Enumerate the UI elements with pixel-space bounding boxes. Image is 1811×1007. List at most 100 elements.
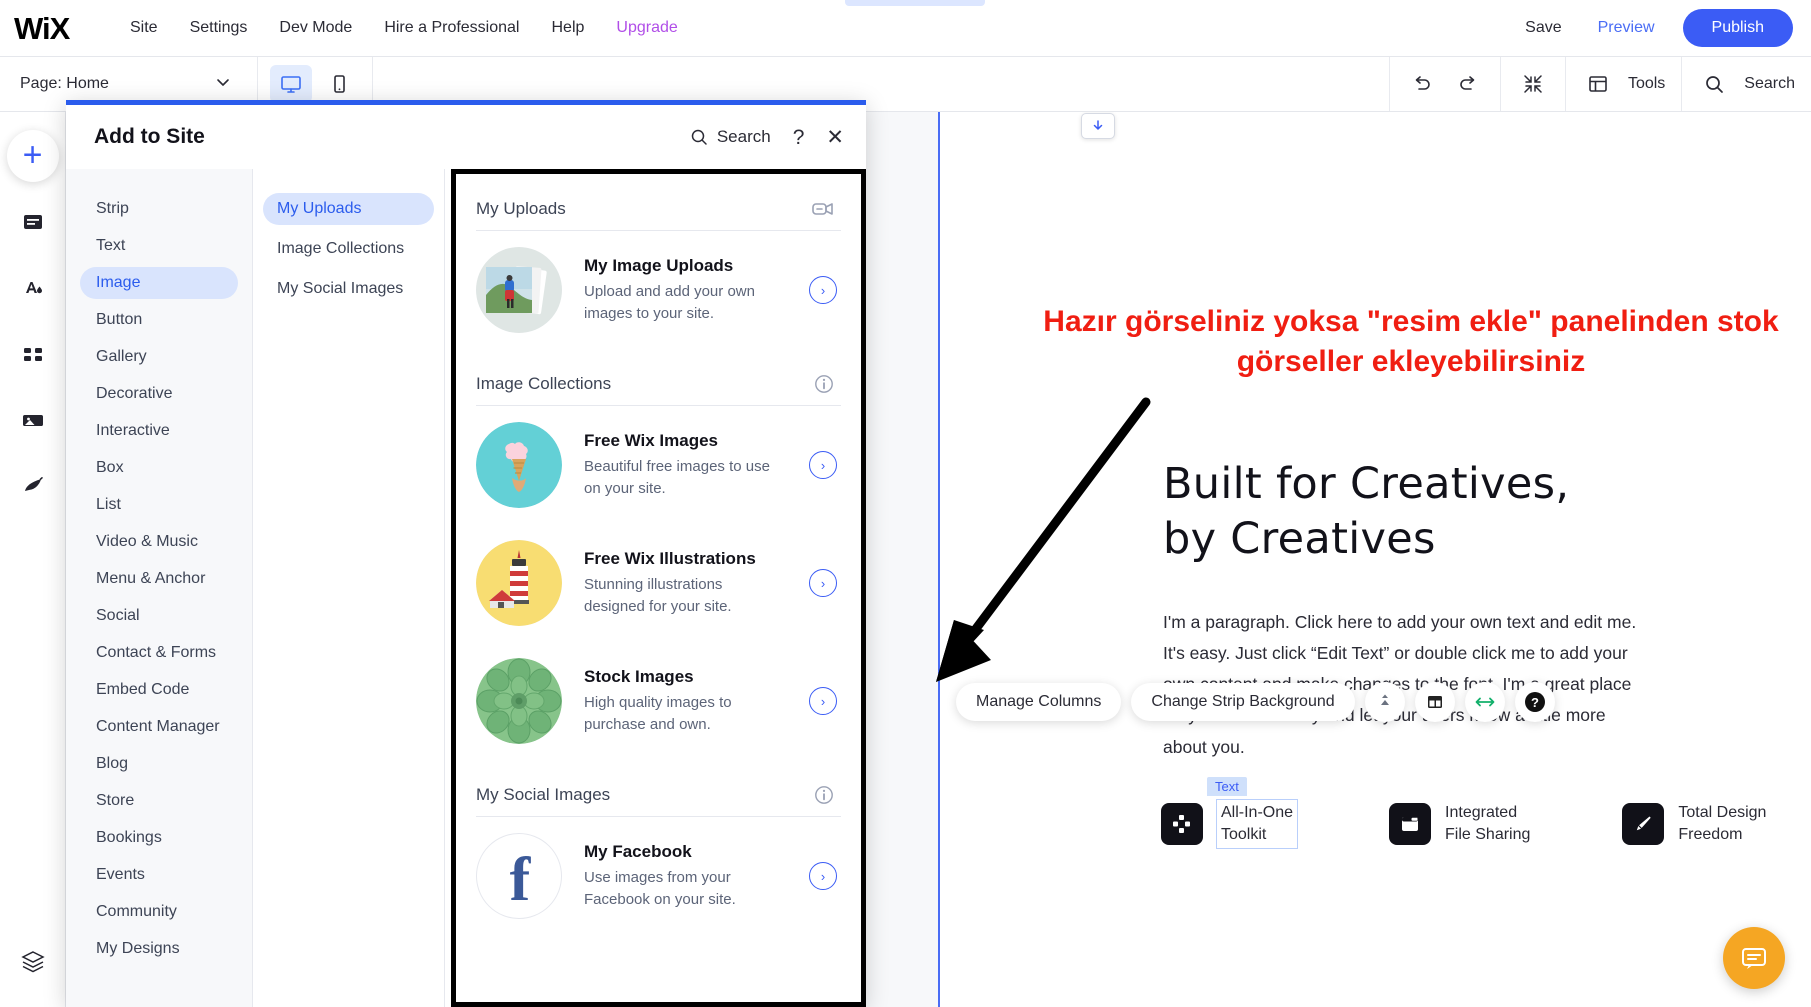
card-my-facebook[interactable]: f My Facebook Use images from your Faceb… (456, 817, 861, 935)
card-free-wix-illustrations[interactable]: Free Wix Illustrations Stunning illustra… (456, 524, 861, 642)
menu-item-dev-mode[interactable]: Dev Mode (263, 13, 368, 43)
panel-search-button[interactable]: Search (689, 127, 771, 147)
browser-tab-handle[interactable] (845, 0, 985, 6)
section-header-my-uploads: My Uploads (456, 174, 861, 230)
category-image[interactable]: Image (80, 267, 238, 299)
search-group[interactable]: Search (1681, 57, 1811, 111)
panel-content: My Uploads My Image Uploads Upload and a… (451, 169, 866, 1007)
category-contact-forms[interactable]: Contact & Forms (80, 637, 238, 669)
panel-close-icon[interactable]: ✕ (826, 127, 844, 148)
mobile-view-button[interactable] (318, 65, 360, 103)
chevron-right-icon[interactable]: › (809, 451, 837, 479)
feature-item-design-freedom[interactable]: Total Design Freedom (1622, 800, 1766, 848)
category-bookings[interactable]: Bookings (80, 822, 238, 854)
subcategory-my-uploads[interactable]: My Uploads (263, 193, 434, 225)
brush-icon (1622, 803, 1665, 846)
rail-item-blog[interactable] (7, 460, 59, 512)
subcategory-my-social-images[interactable]: My Social Images (263, 273, 434, 305)
chevron-right-icon[interactable]: › (809, 569, 837, 597)
panel-help-icon[interactable]: ? (793, 127, 805, 148)
page-selector-label: Page: Home (20, 75, 109, 92)
card-stock-images[interactable]: Stock Images High quality images to purc… (456, 642, 861, 760)
category-my-designs[interactable]: My Designs (80, 933, 238, 965)
category-embed-code[interactable]: Embed Code (80, 674, 238, 706)
chevron-right-icon[interactable]: › (809, 862, 837, 890)
category-box[interactable]: Box (80, 452, 238, 484)
manage-columns-button[interactable]: Manage Columns (956, 683, 1122, 721)
lighthouse-thumb (476, 540, 562, 626)
category-content-manager[interactable]: Content Manager (80, 711, 238, 743)
card-text: Free Wix Illustrations Stunning illustra… (584, 549, 809, 617)
category-button[interactable]: Button (80, 304, 238, 336)
category-interactive[interactable]: Interactive (80, 415, 238, 447)
card-free-wix-images[interactable]: Free Wix Images Beautiful free images to… (456, 406, 861, 524)
stretch-icon[interactable] (1464, 682, 1505, 722)
add-elements-button[interactable]: + (6, 130, 59, 182)
panel-title: Add to Site (94, 125, 205, 148)
search-icon (1698, 68, 1730, 100)
search-label: Search (1744, 75, 1795, 92)
publish-button[interactable]: Publish (1682, 9, 1793, 47)
category-strip[interactable]: Strip (80, 193, 238, 225)
category-text[interactable]: Text (80, 230, 238, 262)
feature-item-file-sharing[interactable]: Integrated File Sharing (1389, 800, 1530, 848)
menu-item-settings[interactable]: Settings (174, 13, 264, 43)
help-icon[interactable]: ? (1514, 682, 1555, 722)
tools-group[interactable]: Tools (1564, 57, 1681, 111)
category-video-music[interactable]: Video & Music (80, 526, 238, 558)
redo-icon[interactable] (1452, 68, 1484, 100)
card-description: Beautiful free images to use on your sit… (584, 458, 770, 497)
save-button[interactable]: Save (1507, 13, 1579, 43)
menu-item-site[interactable]: Site (114, 13, 174, 43)
feature-item-toolkit[interactable]: Text All-In-One Toolkit (1161, 777, 1299, 850)
menu-item-upgrade[interactable]: Upgrade (600, 13, 693, 43)
upload-media-icon[interactable] (811, 198, 835, 220)
rail-item-pages[interactable] (7, 196, 59, 248)
panel-header-actions: Search ? ✕ (689, 127, 844, 148)
rail-item-layers[interactable] (7, 935, 59, 987)
desktop-view-button[interactable] (270, 65, 312, 103)
rail-item-media[interactable] (7, 394, 59, 446)
annotation-text: Hazır görseliniz yoksa "resim ekle" pane… (1043, 305, 1779, 378)
info-icon[interactable] (813, 373, 835, 395)
category-blog[interactable]: Blog (80, 748, 238, 780)
wix-logo[interactable]: WiX (14, 13, 80, 44)
animation-icon[interactable] (1364, 682, 1405, 722)
tools-label: Tools (1627, 75, 1666, 92)
info-icon[interactable] (813, 784, 835, 806)
card-text: Stock Images High quality images to purc… (584, 667, 809, 735)
card-my-image-uploads[interactable]: My Image Uploads Upload and add your own… (456, 231, 861, 349)
svg-text:f: f (510, 846, 532, 914)
chevron-down-icon (213, 72, 233, 97)
category-events[interactable]: Events (80, 859, 238, 891)
category-gallery[interactable]: Gallery (80, 341, 238, 373)
facebook-thumb: f (476, 833, 562, 919)
rail-item-apps[interactable] (7, 328, 59, 380)
add-strip-top-button[interactable] (1081, 113, 1115, 139)
zoom-out-icon[interactable] (1517, 68, 1549, 100)
category-community[interactable]: Community (80, 896, 238, 928)
hero-heading[interactable]: Built for Creatives, by Creatives (1163, 457, 1763, 567)
category-store[interactable]: Store (80, 785, 238, 817)
menu-item-hire-a-professional[interactable]: Hire a Professional (368, 13, 535, 43)
panel-body: Strip Text Image Button Gallery Decorati… (66, 169, 866, 1007)
category-menu-anchor[interactable]: Menu & Anchor (80, 563, 238, 595)
category-list[interactable]: List (80, 489, 238, 521)
preview-button[interactable]: Preview (1580, 13, 1673, 43)
chevron-right-icon[interactable]: › (809, 687, 837, 715)
menu-item-help[interactable]: Help (535, 13, 600, 43)
subcategory-list: My Uploads Image Collections My Social I… (253, 169, 445, 1007)
undo-icon[interactable] (1406, 68, 1438, 100)
chevron-right-icon[interactable]: › (809, 276, 837, 304)
category-social[interactable]: Social (80, 600, 238, 632)
card-text: Free Wix Images Beautiful free images to… (584, 431, 809, 499)
chat-button[interactable] (1723, 927, 1785, 989)
feature-label: Integrated File Sharing (1445, 804, 1531, 844)
change-strip-background-button[interactable]: Change Strip Background (1131, 683, 1355, 721)
rail-item-theme[interactable] (7, 262, 59, 314)
category-decorative[interactable]: Decorative (80, 378, 238, 410)
panel-search-label: Search (716, 127, 771, 146)
feature-list: Text All-In-One Toolkit Integrated File … (1161, 777, 1766, 850)
layout-icon[interactable] (1414, 682, 1455, 722)
subcategory-image-collections[interactable]: Image Collections (263, 233, 434, 265)
